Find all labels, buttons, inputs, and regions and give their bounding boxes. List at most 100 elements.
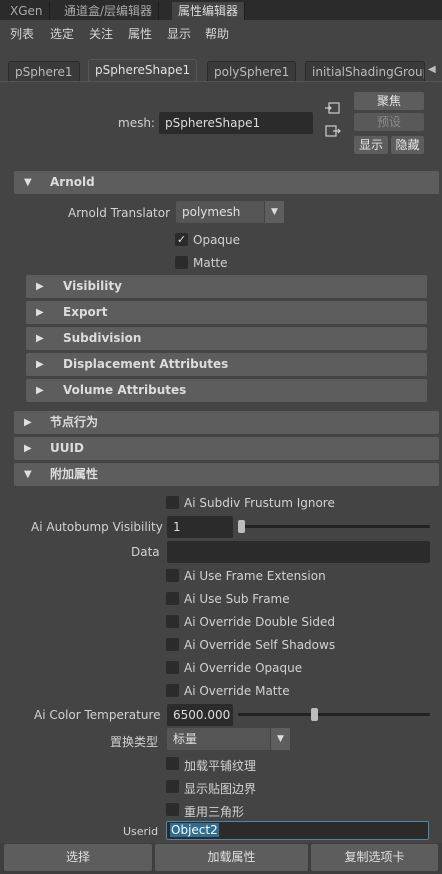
tab-psphere1[interactable]: pSphere1 [8, 61, 80, 82]
chevron-down-icon: ▼ [264, 201, 284, 223]
menu-list[interactable]: 列表 [10, 25, 34, 42]
autobump-slider[interactable] [238, 525, 430, 528]
override-matte-checkbox[interactable] [166, 684, 179, 697]
collapse-down-icon: ▼ [24, 469, 32, 480]
color-temperature-slider-thumb[interactable] [311, 708, 318, 721]
section-title: Subdivision [63, 331, 142, 345]
section-title: Volume Attributes [63, 383, 187, 397]
tab-polysphere1[interactable]: polySphere1 [207, 61, 297, 82]
hide-button[interactable]: 隐藏 [391, 136, 424, 154]
menu-selected[interactable]: 选定 [50, 25, 74, 42]
displacement-type-label: 置换类型 [110, 735, 159, 749]
tab-channel-box[interactable]: 通道盒/层编辑器 [58, 2, 160, 20]
collapse-right-icon: ▶ [24, 443, 32, 454]
output-connection-icon[interactable] [325, 125, 341, 138]
section-export[interactable]: ▶ Export [26, 301, 427, 324]
tab-psphereshape1[interactable]: pSphereShape1 [88, 59, 198, 82]
reuse-triangles-checkbox[interactable] [166, 803, 179, 816]
collapse-right-icon: ▶ [24, 417, 32, 428]
matte-checkbox[interactable] [175, 256, 188, 269]
color-temperature-field[interactable]: 6500.000 [167, 704, 233, 726]
override-double-sided-label: Ai Override Double Sided [184, 615, 335, 629]
section-subdivision[interactable]: ▶ Subdivision [26, 327, 427, 350]
copy-tab-button[interactable]: 复制选项卡 [311, 844, 438, 871]
arnold-translator-dropdown[interactable]: polymesh ▼ [176, 201, 284, 223]
menu-help[interactable]: 帮助 [205, 25, 229, 42]
menu-attributes[interactable]: 属性 [128, 25, 152, 42]
collapse-right-icon: ▶ [36, 385, 44, 396]
tab-xgen[interactable]: XGen [4, 2, 50, 20]
reuse-triangles-label: 重用三角形 [184, 805, 245, 819]
userid-value: Object2 [170, 823, 219, 837]
collapse-right-icon: ▶ [36, 333, 44, 344]
node-tab-bar: pSphere1 pSphereShape1 polySphere1 initi… [0, 58, 442, 82]
override-matte-label: Ai Override Matte [184, 684, 290, 698]
load-attributes-button[interactable]: 加载属性 [155, 844, 308, 871]
collapse-down-icon: ▼ [24, 177, 32, 188]
section-title: Visibility [63, 279, 122, 293]
data-field[interactable] [167, 541, 430, 563]
load-tiled-textures-checkbox[interactable] [166, 757, 179, 770]
tab-initialshadinggroup[interactable]: initialShadingGroup [305, 61, 425, 82]
dropdown-value: polymesh [182, 205, 241, 219]
section-title: 附加属性 [50, 467, 99, 481]
chevron-down-icon: ▼ [270, 728, 290, 750]
menu-show[interactable]: 显示 [167, 25, 191, 42]
section-displacement-attributes[interactable]: ▶ Displacement Attributes [26, 353, 427, 376]
userid-label: Userid [123, 825, 159, 838]
section-uuid[interactable]: ▶ UUID [14, 437, 439, 460]
bottom-button-bar: 选择 加载属性 复制选项卡 [0, 843, 442, 874]
override-self-shadows-checkbox[interactable] [166, 638, 179, 651]
use-sub-frame-label: Ai Use Sub Frame [184, 592, 290, 606]
use-frame-extension-checkbox[interactable] [166, 569, 179, 582]
collapse-right-icon: ▶ [36, 307, 44, 318]
menu-focus[interactable]: 关注 [89, 25, 113, 42]
autobump-field[interactable]: 1 [167, 516, 233, 538]
tab-scroll-left-icon[interactable]: ◀ [428, 64, 436, 75]
displacement-type-dropdown[interactable]: 标量 ▼ [167, 728, 290, 750]
subdiv-frustum-label: Ai Subdiv Frustum Ignore [184, 496, 335, 510]
select-button[interactable]: 选择 [4, 844, 152, 871]
subdiv-frustum-checkbox[interactable] [166, 496, 179, 509]
collapse-right-icon: ▶ [36, 281, 44, 292]
color-temperature-slider[interactable] [238, 713, 430, 716]
input-connection-icon[interactable] [325, 102, 341, 115]
color-temperature-label: Ai Color Temperature [34, 708, 161, 722]
section-visibility[interactable]: ▶ Visibility [26, 275, 427, 298]
opaque-checkbox[interactable]: ✓ [175, 233, 188, 246]
panel-tab-bar: XGen 通道盒/层编辑器 属性编辑器 [0, 0, 442, 20]
show-button[interactable]: 显示 [354, 136, 388, 154]
use-sub-frame-checkbox[interactable] [166, 592, 179, 605]
section-title: 节点行为 [50, 415, 99, 429]
use-frame-extension-label: Ai Use Frame Extension [184, 569, 326, 583]
show-map-borders-label: 显示贴图边界 [184, 782, 257, 796]
section-volume-attributes[interactable]: ▶ Volume Attributes [26, 379, 427, 402]
mesh-name-field[interactable]: pSphereShape1 [159, 112, 313, 134]
section-title: Arnold [50, 175, 95, 189]
autobump-label: Ai Autobump Visibility [31, 520, 163, 534]
dropdown-value: 标量 [173, 732, 198, 746]
mesh-label: mesh: [118, 116, 155, 130]
override-double-sided-checkbox[interactable] [166, 615, 179, 628]
override-opaque-checkbox[interactable] [166, 661, 179, 674]
menu-bar: 列表 选定 关注 属性 显示 帮助 [0, 20, 442, 44]
override-opaque-label: Ai Override Opaque [184, 661, 303, 675]
section-node-behavior[interactable]: ▶ 节点行为 [14, 411, 439, 434]
preset-button[interactable]: 预设 [354, 113, 424, 131]
autobump-slider-thumb[interactable] [238, 520, 245, 533]
override-self-shadows-label: Ai Override Self Shadows [184, 638, 336, 652]
arnold-translator-label: Arnold Translator [68, 206, 171, 220]
section-extra-attributes[interactable]: ▼ 附加属性 [14, 463, 439, 486]
opaque-label: Opaque [193, 233, 241, 247]
load-tiled-textures-label: 加载平铺纹理 [184, 759, 257, 773]
section-arnold[interactable]: ▼ Arnold [14, 171, 439, 194]
section-title: UUID [50, 441, 84, 455]
tab-attribute-editor[interactable]: 属性编辑器 [172, 2, 246, 20]
data-label: Data [131, 545, 160, 559]
userid-field[interactable]: Object2 [166, 821, 429, 840]
matte-label: Matte [193, 256, 228, 270]
focus-button[interactable]: 聚焦 [354, 92, 424, 110]
collapse-right-icon: ▶ [36, 359, 44, 370]
section-title: Displacement Attributes [63, 357, 229, 371]
show-map-borders-checkbox[interactable] [166, 780, 179, 793]
